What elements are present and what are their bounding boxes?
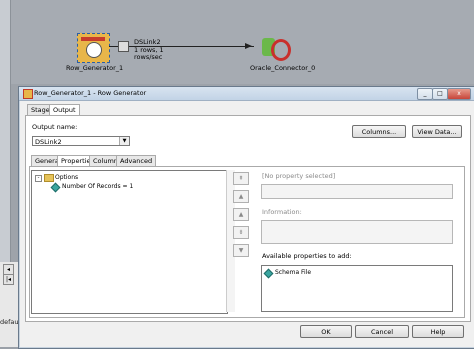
move-up-button[interactable]: ▲ [233, 190, 249, 203]
link-line[interactable] [109, 46, 254, 47]
tab-output[interactable]: Output [49, 104, 80, 115]
columns-button[interactable]: Columns... [352, 125, 406, 138]
output-name-label: Output name: [32, 123, 78, 131]
output-name-value: DSLink2 [35, 138, 62, 146]
link-rate-unit: rows/sec [134, 53, 163, 61]
minimize-button[interactable]: _ [417, 88, 433, 100]
properties-tree[interactable]: - Options Number Of Records = 1 [31, 170, 228, 314]
view-data-button[interactable]: View Data... [412, 125, 462, 138]
tree-node-label: Number Of Records = 1 [62, 183, 134, 190]
available-properties-list[interactable]: Schema File [261, 265, 453, 312]
available-item-label: Schema File [275, 269, 312, 276]
oracle-connector-stage-label[interactable]: Oracle_Connector_0 [250, 64, 315, 72]
property-diamond-icon [263, 268, 274, 279]
chevron-down-icon[interactable]: ▼ [119, 137, 129, 145]
collapse-icon[interactable]: - [35, 175, 42, 182]
dialog-titlebar[interactable]: Row_Generator_1 - Row Generator _ □ x [19, 87, 474, 101]
oracle-connector-stage-icon[interactable] [262, 36, 291, 61]
link-name[interactable]: DSLink2 [134, 38, 161, 46]
no-property-label: [No property selected] [262, 172, 336, 180]
oracle-ring-icon [271, 39, 291, 61]
help-button[interactable]: Help [412, 325, 464, 338]
cancel-button[interactable]: Cancel [355, 325, 409, 338]
ok-button[interactable]: OK [300, 325, 352, 338]
link-marker-icon[interactable] [118, 41, 129, 52]
link-arrow-icon [245, 43, 252, 49]
stage-icon-bar [81, 37, 105, 41]
row-generator-stage-label[interactable]: Row_Generator_1 [66, 64, 123, 72]
available-properties-label: Available properties to add: [262, 252, 352, 260]
tree-node-label: Options [55, 174, 79, 181]
property-value-field [261, 184, 453, 199]
move-bottom-button[interactable]: ⇟ [233, 226, 249, 239]
stage-app-icon [23, 89, 33, 99]
property-diamond-icon [50, 182, 61, 193]
clock-icon [86, 42, 102, 58]
output-name-select[interactable]: DSLink2 ▼ [32, 136, 130, 146]
move-up-alt-button[interactable]: ▲ [233, 208, 249, 221]
row-generator-dialog: Row_Generator_1 - Row Generator _ □ x St… [18, 86, 474, 349]
scroll-first-icon[interactable]: |◂ [3, 274, 14, 285]
tab-advanced[interactable]: Advanced [116, 155, 157, 166]
move-down-button[interactable]: ▼ [233, 244, 249, 257]
dialog-title: Row_Generator_1 - Row Generator [34, 89, 147, 97]
folder-icon [44, 174, 54, 182]
close-button[interactable]: x [447, 88, 471, 100]
row-generator-stage-icon[interactable] [77, 33, 110, 63]
move-top-button[interactable]: ⇞ [233, 172, 249, 185]
information-field [261, 220, 453, 244]
information-label: Information: [262, 208, 302, 216]
maximize-button[interactable]: □ [432, 88, 448, 100]
